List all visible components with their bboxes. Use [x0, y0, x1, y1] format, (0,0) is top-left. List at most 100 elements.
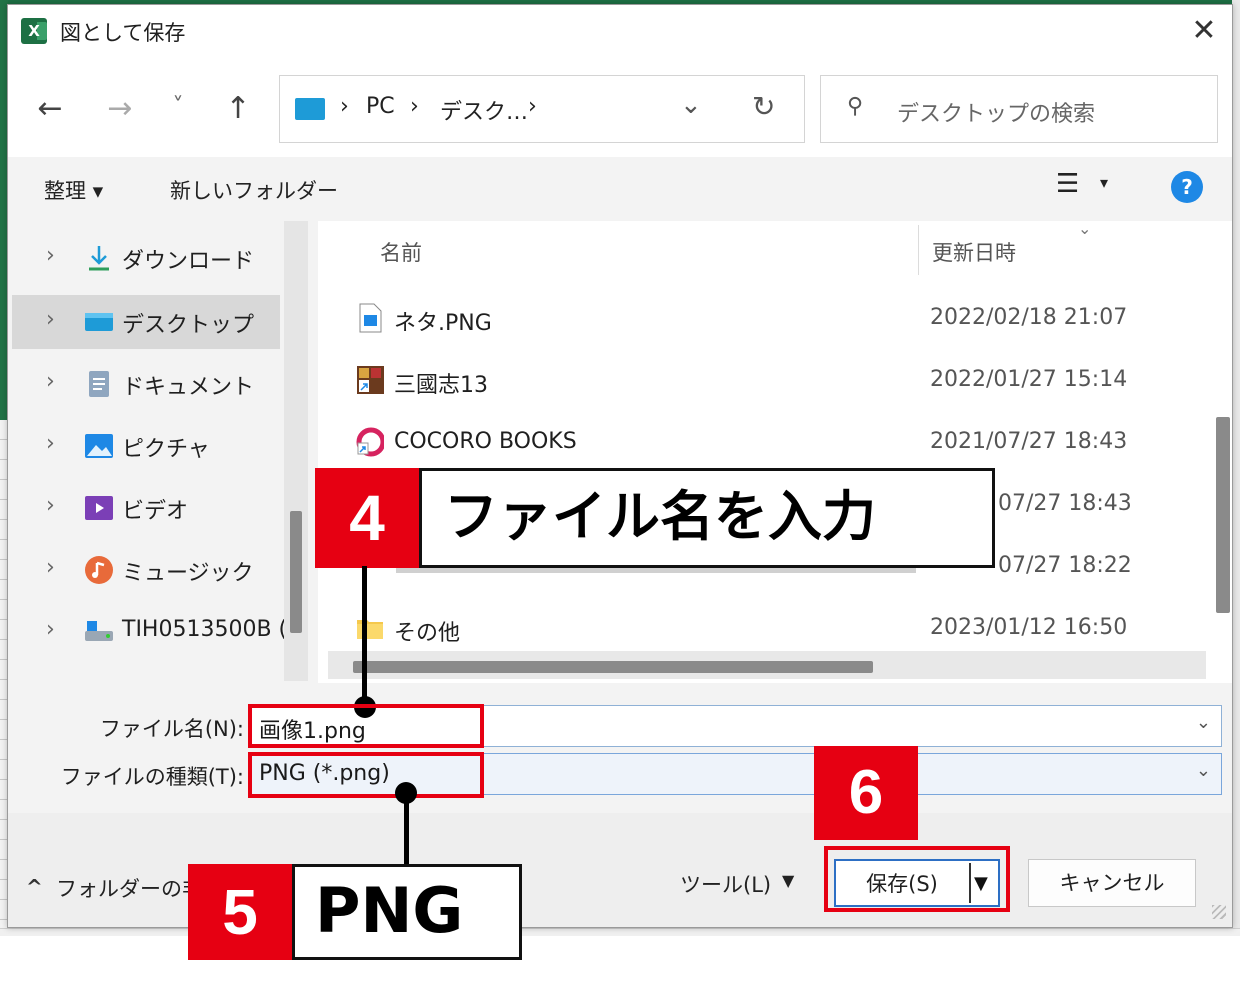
expand-chevron-icon[interactable]: › [46, 369, 55, 394]
expand-chevron-icon[interactable]: › [46, 243, 55, 268]
step-4-callout: ファイル名を入力 [419, 468, 995, 568]
sidebar-item-label: ダウンロード [122, 249, 255, 274]
view-options-icon[interactable]: ☰ [1056, 169, 1079, 199]
sidebar-item-drive[interactable]: › TIH0513500B (C [12, 605, 302, 659]
desktop-icon [295, 98, 325, 120]
sort-indicator-icon: ⌄ [1078, 219, 1092, 238]
excel-icon: X [21, 18, 47, 44]
view-dropdown-icon[interactable]: ▾ [1100, 173, 1108, 192]
save-as-picture-dialog: X 図として保存 ✕ ← → ˅ ↑ › PC › デスク… › ⌄ ↻ ⚲ デ… [7, 4, 1233, 928]
file-list-scrollbar-thumb[interactable] [1216, 417, 1230, 613]
tools-dropdown-icon[interactable]: ▼ [782, 871, 794, 890]
breadcrumb-desktop[interactable]: デスク… [440, 94, 528, 126]
screenshot: X 図として保存 ✕ ← → ˅ ↑ › PC › デスク… › ⌄ ↻ ⚲ デ… [0, 0, 1240, 988]
videos-icon [85, 496, 113, 520]
drive-icon [85, 621, 113, 641]
documents-icon [89, 371, 109, 397]
nav-scrollbar-thumb[interactable] [290, 511, 302, 633]
dialog-title: 図として保存 [60, 21, 186, 45]
breadcrumb-separator: › [340, 94, 349, 119]
step-5-leader-line [404, 796, 409, 866]
sidebar-item-pictures[interactable]: › ピクチャ [12, 419, 280, 473]
filetype-label: ファイルの種類(T): [60, 765, 244, 789]
list-item[interactable]: その他 2023/01/12 16:50 [318, 607, 1208, 651]
cancel-button[interactable]: キャンセル [1028, 859, 1196, 907]
list-item[interactable]: ネタ.PNG 2022/02/18 21:07 [318, 297, 1208, 341]
title-bar: X 図として保存 ✕ [8, 5, 1232, 57]
step-5-badge: 5 [188, 864, 292, 960]
filetype-highlight [248, 752, 484, 798]
chevron-down-icon[interactable]: ⌄ [1196, 760, 1211, 781]
file-name: ネタ.PNG [394, 311, 492, 336]
sidebar-item-label: TIH0513500B (C [122, 617, 303, 642]
address-dropdown-icon[interactable]: ⌄ [680, 90, 702, 120]
png-file-icon [359, 303, 382, 333]
file-name: COCORO BOOKS [394, 429, 577, 454]
chevron-down-icon[interactable]: ⌄ [1196, 712, 1211, 733]
step-6-badge: 6 [814, 746, 918, 840]
tools-menu[interactable]: ツール(L) [680, 869, 771, 899]
chevron-up-icon[interactable]: ^ [26, 875, 43, 899]
folder-icon [357, 620, 383, 639]
help-icon[interactable]: ? [1171, 171, 1203, 203]
file-date: 2021/07/27 18:43 [930, 429, 1128, 454]
refresh-icon[interactable]: ↻ [752, 90, 775, 123]
forward-button[interactable]: → [98, 87, 142, 131]
column-header-name[interactable]: 名前 [380, 237, 422, 267]
list-item[interactable]: 三國志13 2022/01/27 15:14 [318, 359, 1208, 403]
sidebar-item-downloads[interactable]: › ダウンロード [12, 231, 280, 285]
close-button[interactable]: ✕ [1184, 11, 1224, 51]
file-date: 07/27 18:22 [998, 553, 1132, 578]
breadcrumb-separator: › [528, 94, 537, 119]
download-icon [89, 246, 109, 271]
filename-label: ファイル名(N): [99, 717, 244, 741]
cocoro-shortcut-icon [356, 427, 384, 457]
file-date: 07/27 18:43 [998, 491, 1132, 516]
expand-chevron-icon[interactable]: › [46, 307, 55, 332]
horizontal-scrollbar-thumb[interactable] [353, 661, 873, 673]
list-item[interactable]: COCORO BOOKS 2021/07/27 18:43 [318, 421, 1208, 465]
sidebar-item-label: ピクチャ [122, 437, 210, 462]
step-4-badge: 4 [315, 468, 419, 568]
game-shortcut-icon [357, 366, 384, 394]
navigation-pane: › ダウンロード › デスクトップ › ドキュメント › ピクチャ › ビデオ … [8, 221, 308, 681]
breadcrumb-pc[interactable]: PC [366, 94, 395, 119]
expand-chevron-icon[interactable]: › [46, 431, 55, 456]
navigation-bar: ← → ˅ ↑ › PC › デスク… › ⌄ ↻ ⚲ デスクトップの検索 [8, 57, 1232, 157]
back-button[interactable]: ← [28, 87, 72, 131]
file-list: 名前 更新日時 ⌄ ネタ.PNG 2022/02/18 21:07 三國志13 … [318, 219, 1232, 683]
up-button[interactable]: ↑ [216, 87, 260, 131]
resize-grip[interactable] [1212, 905, 1226, 919]
cancel-button-label: キャンセル [1059, 871, 1165, 895]
sidebar-item-videos[interactable]: › ビデオ [12, 481, 280, 535]
sidebar-item-desktop[interactable]: › デスクトップ [12, 295, 280, 349]
search-box[interactable]: ⚲ デスクトップの検索 [820, 75, 1218, 143]
column-divider[interactable] [918, 225, 919, 275]
expand-chevron-icon[interactable]: › [46, 555, 55, 580]
desktop-icon [85, 313, 113, 331]
expand-chevron-icon[interactable]: › [46, 617, 55, 642]
excel-sheet-edge [0, 928, 1240, 936]
sidebar-item-music[interactable]: › ミュージック [12, 543, 280, 597]
file-date: 2023/01/12 16:50 [930, 615, 1128, 640]
save-highlight [824, 846, 1010, 912]
recent-locations-button[interactable]: ˅ [156, 85, 200, 129]
file-date: 2022/02/18 21:07 [930, 305, 1128, 330]
step-4-leader-line [362, 566, 367, 706]
sidebar-item-label: ミュージック [122, 561, 254, 586]
column-header-modified[interactable]: 更新日時 [932, 237, 1016, 267]
command-bar: 整理 ▾ 新しいフォルダー ☰ ▾ ? [8, 157, 1232, 221]
step-5-callout: PNG [292, 864, 522, 960]
expand-chevron-icon[interactable]: › [46, 493, 55, 518]
file-date: 2022/01/27 15:14 [930, 367, 1128, 392]
address-bar[interactable]: › PC › デスク… › ⌄ ↻ [279, 75, 805, 143]
excel-right-edge [1232, 0, 1240, 936]
search-placeholder: デスクトップの検索 [897, 102, 1096, 127]
new-folder-button[interactable]: 新しいフォルダー [170, 175, 338, 205]
file-name: その他 [394, 621, 461, 646]
organize-menu[interactable]: 整理 ▾ [44, 175, 103, 205]
sidebar-item-label: ドキュメント [122, 375, 255, 400]
file-name: 三國志13 [394, 373, 488, 398]
sidebar-item-documents[interactable]: › ドキュメント [12, 357, 280, 411]
filename-highlight [248, 704, 484, 748]
